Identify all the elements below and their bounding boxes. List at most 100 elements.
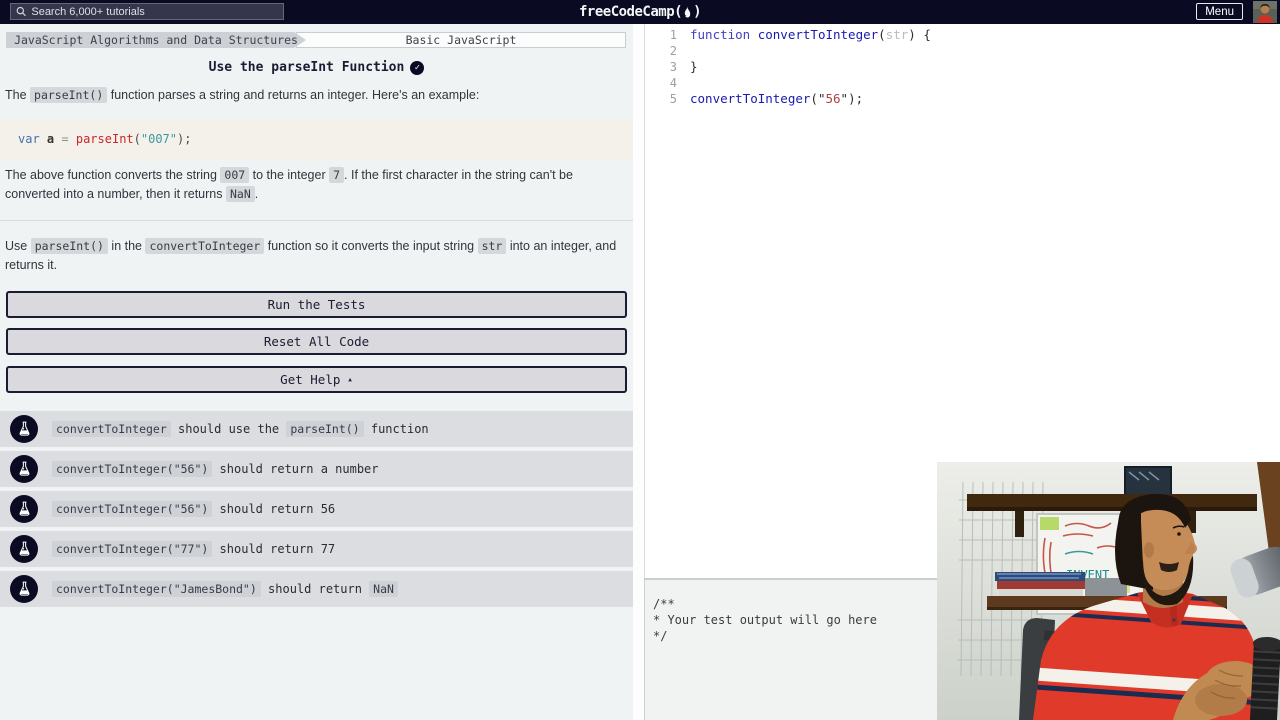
completed-check-icon: ✓ <box>410 60 425 75</box>
code-token: function <box>690 27 758 42</box>
inline-code: 007 <box>220 167 250 183</box>
description-task: Use parseInt() in the convertToInteger f… <box>5 237 626 274</box>
test-item: convertToInteger("56") should return 56 <box>0 491 633 527</box>
code-token: ) { <box>908 27 931 42</box>
brand-paren-open: ( <box>674 4 683 20</box>
inline-code: parseInt() <box>30 87 108 103</box>
code-token: convertToInteger <box>690 91 811 106</box>
code-token: ( <box>878 27 886 42</box>
code-token: = <box>54 132 76 146</box>
caret-up-icon: ▴ <box>347 374 353 385</box>
code-token: ( <box>133 132 141 146</box>
avatar[interactable] <box>1253 1 1277 23</box>
flask-icon <box>10 535 38 563</box>
webcam-overlay: INVENT <box>937 462 1280 720</box>
line-number: 4 <box>669 76 677 90</box>
page-title: Use the parseInt Function <box>208 60 405 75</box>
test-item-text: convertToInteger should use the parseInt… <box>52 421 429 437</box>
code-token: (" <box>810 91 826 106</box>
description-explain: The above function converts the string 0… <box>5 166 626 203</box>
flask-icon <box>10 575 38 603</box>
test-item: convertToInteger should use the parseInt… <box>0 411 633 447</box>
editor-line: 3 } <box>645 59 1280 75</box>
editor-line: 4 <box>645 75 1280 91</box>
top-nav-bar: freeCodeCamp() Menu <box>0 0 1280 24</box>
brand-text: freeCodeCamp <box>578 4 675 20</box>
webcam-video: INVENT <box>937 462 1280 720</box>
line-number: 3 <box>669 60 677 74</box>
inline-code: NaN <box>225 185 255 202</box>
inline-code: convertToInteger <box>145 238 265 254</box>
inline-code: str <box>477 238 507 254</box>
run-tests-label: Run the Tests <box>267 297 366 312</box>
text-segment: function <box>363 422 429 436</box>
editor-line: 1 function convertToInteger(str) { <box>645 27 1280 43</box>
test-item-text: convertToInteger("56") should return 56 <box>52 501 336 517</box>
breadcrumb-superblock[interactable]: JavaScript Algorithms and Data Structure… <box>6 32 306 48</box>
editor-line: 5 convertToInteger("56"); <box>645 91 1280 107</box>
search-box[interactable] <box>10 3 284 20</box>
text-segment: should return 77 <box>212 542 336 556</box>
text-segment: function so it converts the input string <box>264 239 478 253</box>
breadcrumb-superblock-label: JavaScript Algorithms and Data Structure… <box>14 33 298 47</box>
search-input[interactable] <box>31 5 278 18</box>
breadcrumb-block-label: Basic JavaScript <box>405 33 517 47</box>
panel-divider <box>633 24 644 720</box>
text-segment: in the <box>107 239 146 253</box>
brand-paren-close: ) <box>693 4 702 20</box>
editor-line: 2 <box>645 43 1280 59</box>
run-tests-button[interactable]: Run the Tests <box>6 291 627 318</box>
get-help-label: Get Help <box>280 372 341 387</box>
inline-code: convertToInteger <box>52 421 171 437</box>
test-item-text: convertToInteger("56") should return a n… <box>52 461 379 477</box>
text-segment: should return 56 <box>212 502 336 516</box>
test-item: convertToInteger("JamesBond") should ret… <box>0 571 633 607</box>
code-token: "); <box>840 91 864 106</box>
code-token: ; <box>184 132 192 146</box>
get-help-button[interactable]: Get Help ▴ <box>6 366 627 393</box>
code-token: "007" <box>140 132 177 146</box>
line-number: 5 <box>669 92 677 106</box>
breadcrumb-block[interactable]: Basic JavaScript <box>296 32 626 48</box>
text-segment: to the integer <box>249 168 330 182</box>
avatar-image <box>1253 1 1277 23</box>
test-list: convertToInteger should use the parseInt… <box>0 411 633 611</box>
text-segment: Use <box>5 239 31 253</box>
inline-code: convertToInteger("77") <box>52 541 213 557</box>
challenge-panel: JavaScript Algorithms and Data Structure… <box>0 24 633 720</box>
inline-code: parseInt() <box>286 421 364 437</box>
test-item-text: convertToInteger("77") should return 77 <box>52 541 336 557</box>
text-segment: function parses a string and returns an … <box>107 88 480 102</box>
line-number: 2 <box>669 44 677 58</box>
code-token: str <box>885 27 909 42</box>
inline-code: 7 <box>329 167 345 183</box>
test-item-text: convertToInteger("JamesBond") should ret… <box>52 581 398 597</box>
text-segment: . <box>254 186 259 201</box>
reset-code-button[interactable]: Reset All Code <box>6 328 627 355</box>
test-item: convertToInteger("56") should return a n… <box>0 451 633 487</box>
flask-icon <box>10 415 38 443</box>
flask-icon <box>10 455 38 483</box>
menu-button-label: Menu <box>1205 5 1234 18</box>
text-segment: The <box>5 88 31 102</box>
example-code: var a = parseInt("007"); <box>18 132 191 146</box>
inline-code: convertToInteger("56") <box>52 461 213 477</box>
code-token: } <box>690 59 698 74</box>
description-intro: The parseInt() function parses a string … <box>5 86 626 105</box>
editor-code-line: convertToInteger("56"); <box>690 91 863 107</box>
challenge-title-row: Use the parseInt Function ✓ <box>0 60 633 75</box>
app-screen: freeCodeCamp() Menu JavaScript Algorithm… <box>0 0 1280 720</box>
brand-logo[interactable]: freeCodeCamp() <box>578 0 702 24</box>
code-token: var <box>18 132 40 146</box>
test-item: convertToInteger("77") should return 77 <box>0 531 633 567</box>
text-segment: should return a number <box>212 462 379 476</box>
flask-icon <box>10 495 38 523</box>
inline-code: convertToInteger("56") <box>52 501 213 517</box>
menu-button[interactable]: Menu <box>1196 3 1243 20</box>
reset-code-label: Reset All Code <box>263 334 370 349</box>
code-token: convertToInteger <box>757 27 879 42</box>
editor-code-line: } <box>690 59 698 75</box>
text-segment: The above function converts the string <box>5 168 221 182</box>
code-token: 56 <box>825 91 841 106</box>
